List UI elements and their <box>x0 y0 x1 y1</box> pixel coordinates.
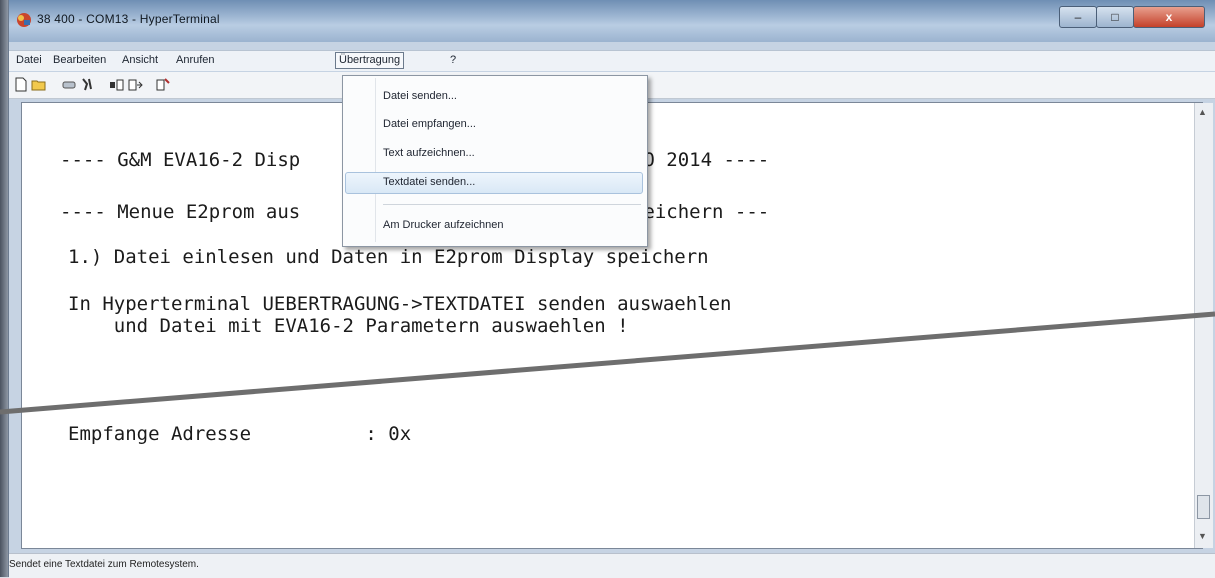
menu-datei[interactable]: Datei <box>13 53 45 68</box>
status-bar: Sendet eine Textdatei zum Remotesystem. <box>9 553 1215 578</box>
scroll-down-icon[interactable]: ▼ <box>1198 531 1207 541</box>
menu-item-datei-empfangen[interactable]: Datei empfangen... <box>383 118 476 130</box>
menu-bearbeiten[interactable]: Bearbeiten <box>50 53 109 68</box>
maximize-button[interactable]: □ <box>1096 6 1134 28</box>
monitor-bezel <box>0 0 8 577</box>
scroll-thumb[interactable] <box>1197 495 1210 519</box>
open-icon[interactable] <box>31 77 47 92</box>
menu-item-am-drucker-aufzeichnen[interactable]: Am Drucker aufzeichnen <box>383 219 503 231</box>
dial-icon[interactable] <box>79 77 95 92</box>
hyperterminal-window: 38 400 - COM13 - HyperTerminal – □ x Dat… <box>8 0 1215 578</box>
menu-help[interactable]: ? <box>447 53 459 68</box>
menu-ansicht[interactable]: Ansicht <box>119 53 161 68</box>
properties-icon[interactable] <box>155 77 171 92</box>
minimize-button[interactable]: – <box>1059 6 1097 28</box>
receive-icon[interactable] <box>127 77 143 92</box>
menu-separator <box>383 204 641 205</box>
status-text: Sendet eine Textdatei zum Remotesystem. <box>9 559 199 570</box>
send-icon[interactable] <box>109 77 125 92</box>
menu-bar: Datei Bearbeiten Ansicht Anrufen Übertra… <box>9 50 1215 71</box>
terminal-line-instruction-2: und Datei mit EVA16-2 Parametern auswaeh… <box>68 315 629 337</box>
terminal-line-address: Empfange Adresse : 0x <box>68 423 412 445</box>
terminal-output: ---- G&M EVA16-2 Disp 3 <C> G&M/NO 2014 … <box>60 103 769 445</box>
menu-uebertragung[interactable]: Übertragung <box>335 52 405 69</box>
vertical-scrollbar[interactable]: ▲ ▼ <box>1194 103 1213 548</box>
new-icon[interactable] <box>13 77 29 92</box>
uebertragung-dropdown-menu: Datei senden... Datei empfangen... Text … <box>342 75 648 247</box>
terminal-line-instruction-1: In Hyperterminal UEBERTRAGUNG->TEXTDATEI… <box>68 293 732 315</box>
menu-item-datei-senden[interactable]: Datei senden... <box>383 90 457 102</box>
close-button[interactable]: x <box>1133 6 1205 28</box>
hyperterminal-app-icon <box>17 13 31 27</box>
terminal-line-option: 1.) Datei einlesen und Daten in E2prom D… <box>68 246 709 268</box>
disconnect-icon[interactable] <box>61 77 77 92</box>
title-bar[interactable]: 38 400 - COM13 - HyperTerminal – □ x <box>9 0 1215 42</box>
menu-anrufen[interactable]: Anrufen <box>173 53 218 68</box>
menu-gutter <box>375 78 376 242</box>
menu-item-textdatei-senden[interactable]: Textdatei senden... <box>383 176 475 188</box>
menu-item-text-aufzeichnen[interactable]: Text aufzeichnen... <box>383 147 475 159</box>
window-title: 38 400 - COM13 - HyperTerminal <box>37 12 220 26</box>
scroll-up-icon[interactable]: ▲ <box>1198 107 1207 117</box>
